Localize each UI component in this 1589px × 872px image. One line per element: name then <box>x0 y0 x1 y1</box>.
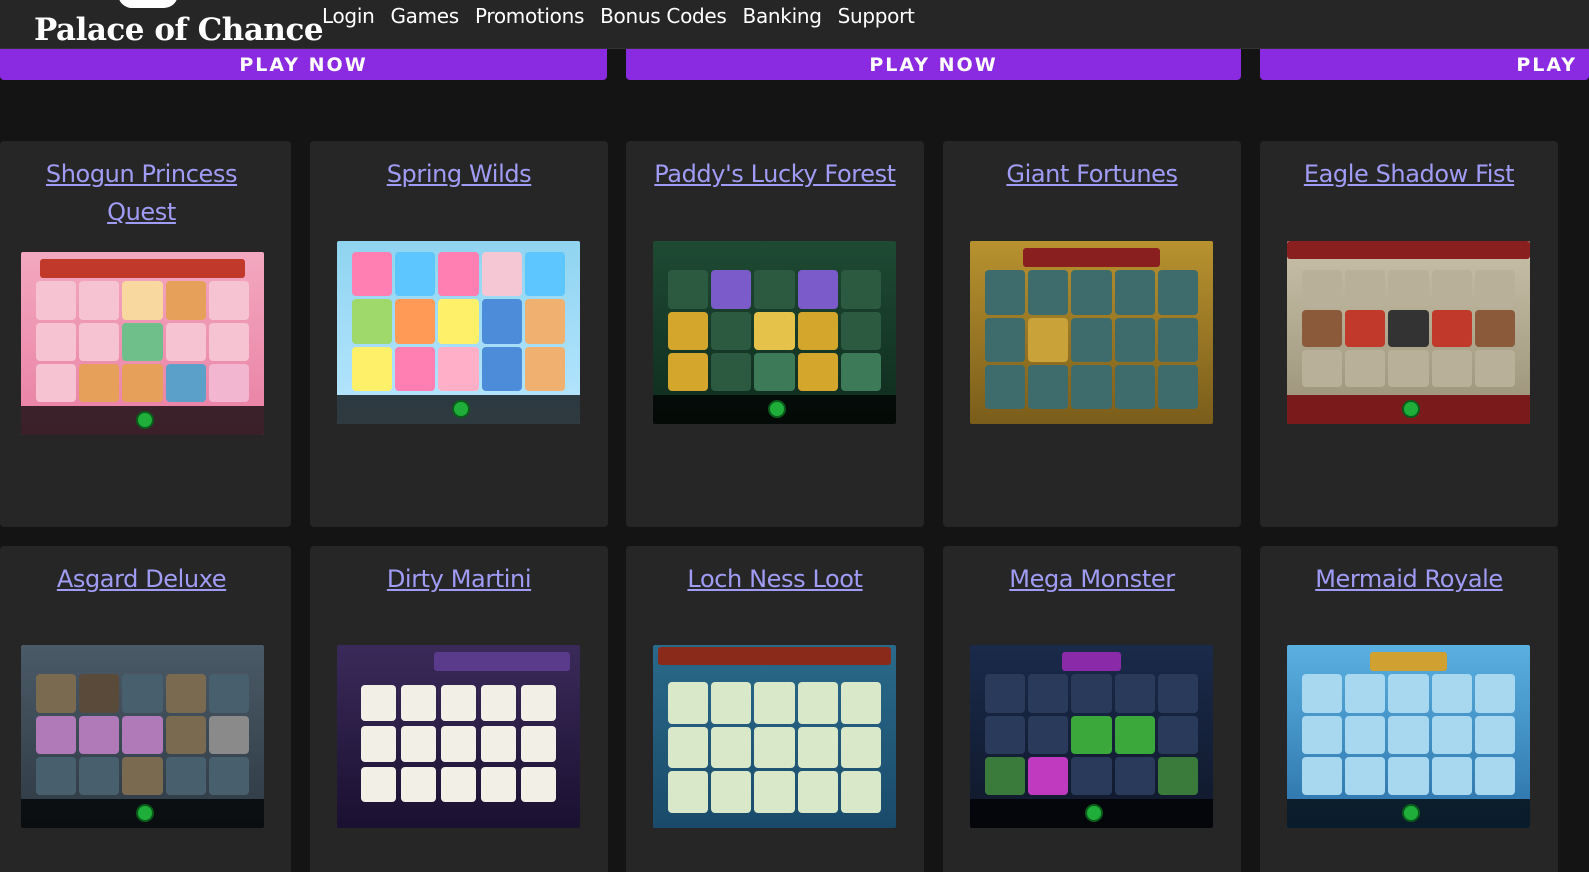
nav-banking[interactable]: Banking <box>743 4 822 28</box>
game-thumbnail[interactable] <box>970 241 1213 424</box>
logo-text: Palace of Chance <box>34 12 324 48</box>
game-card: Paddy's Lucky Forest ★★★☆☆ <box>626 141 924 630</box>
game-title-link[interactable]: Mega Monster <box>943 560 1241 598</box>
main-nav: Login Games Promotions Bonus Codes Banki… <box>322 4 915 28</box>
site-logo[interactable]: Palace of Chance <box>34 0 324 50</box>
game-title-link[interactable]: Loch Ness Loot <box>626 560 924 598</box>
game-thumbnail[interactable] <box>970 645 1213 828</box>
game-thumbnail[interactable] <box>653 645 896 828</box>
game-card: Loch Ness Loot <box>626 546 924 872</box>
nav-promotions[interactable]: Promotions <box>475 4 584 28</box>
game-title-link[interactable]: Giant Fortunes <box>943 155 1241 193</box>
nav-games[interactable]: Games <box>390 4 459 28</box>
game-title-link[interactable]: Paddy's Lucky Forest <box>626 155 924 193</box>
game-thumbnail[interactable] <box>653 241 896 424</box>
game-thumbnail[interactable] <box>337 645 580 828</box>
game-card: Mega Monster <box>943 546 1241 872</box>
game-card: Shogun Princess Quest ★★★☆☆ <box>0 141 291 641</box>
game-title-link[interactable]: Dirty Martini <box>310 560 608 598</box>
nav-bonus-codes[interactable]: Bonus Codes <box>600 4 727 28</box>
nav-support[interactable]: Support <box>838 4 915 28</box>
game-title-link[interactable]: Eagle Shadow Fist <box>1260 155 1558 193</box>
game-thumbnail[interactable] <box>21 252 264 435</box>
play-now-button[interactable]: PLAY NOW <box>0 49 607 80</box>
nav-login[interactable]: Login <box>322 4 375 28</box>
game-card: Eagle Shadow Fist ★★★☆☆ <box>1260 141 1558 630</box>
game-title-link[interactable]: Mermaid Royale <box>1260 560 1558 598</box>
game-title-link[interactable]: Asgard Deluxe <box>0 560 283 598</box>
game-thumbnail[interactable] <box>337 241 580 424</box>
game-title-link[interactable]: Spring Wilds <box>310 155 608 193</box>
game-card: Giant Fortunes ★★★☆☆ <box>943 141 1241 630</box>
game-card: Asgard Deluxe <box>0 546 291 872</box>
game-thumbnail[interactable] <box>1287 241 1530 424</box>
game-card: Dirty Martini <box>310 546 608 872</box>
logo-card-icon <box>118 0 178 8</box>
play-now-button[interactable]: PLAY NOW <box>626 49 1241 80</box>
game-thumbnail[interactable] <box>21 645 264 828</box>
play-now-label: PLAY <box>1516 53 1577 76</box>
game-thumbnail[interactable] <box>1287 645 1530 828</box>
play-now-button[interactable]: PLAY <box>1260 49 1589 80</box>
game-card: Mermaid Royale <box>1260 546 1558 872</box>
play-now-label: PLAY NOW <box>869 53 998 76</box>
play-now-label: PLAY NOW <box>239 53 368 76</box>
game-card: Spring Wilds ★★★☆☆ <box>310 141 608 630</box>
site-header: Palace of Chance Login Games Promotions … <box>0 0 1589 49</box>
game-title-link[interactable]: Shogun Princess Quest <box>0 155 283 231</box>
